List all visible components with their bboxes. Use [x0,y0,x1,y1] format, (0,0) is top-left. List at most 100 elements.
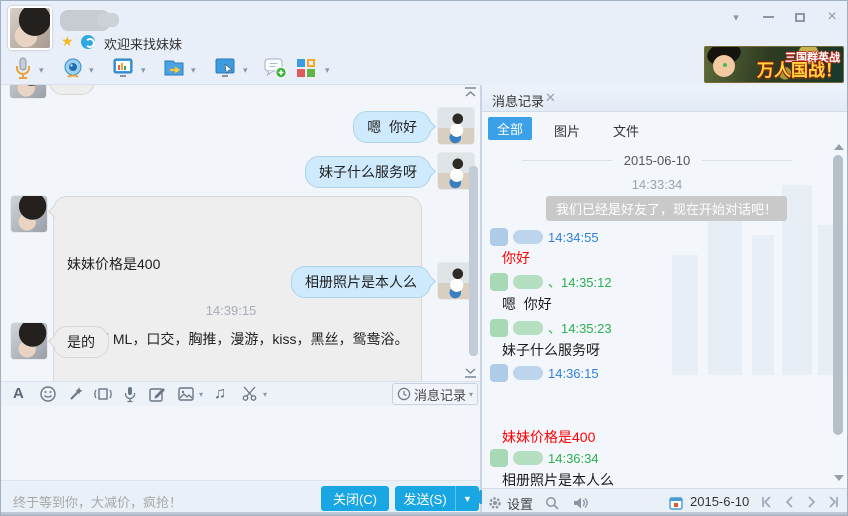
history-entry-time: 14:36:34 [548,451,599,466]
window-shake-icon[interactable] [93,385,111,403]
close-button[interactable]: 关闭(C) [321,486,389,511]
screenshot-dropdown[interactable]: ▾ [263,390,267,399]
censored-avatar [490,319,508,337]
message-history-button[interactable]: 消息记录 ▾ [392,383,478,405]
filter-tab-images[interactable]: 图片 [554,121,580,140]
composer-toolbar: A ▾ ♫ ▾ 消息记录 ▾ [1,381,480,406]
qzone-icon[interactable] [81,35,95,49]
history-timestamp: 14:33:34 [482,177,832,192]
history-entry-header: 、14:35:12 [490,272,612,291]
voice-call-icon[interactable] [11,56,35,80]
history-entry-time: 14:34:55 [548,230,599,245]
chat-scrollbar-thumb[interactable] [469,166,478,356]
contact-avatar-small[interactable] [11,323,47,359]
voice-message-icon[interactable] [121,385,139,403]
window-bottom-edge [1,512,848,516]
my-avatar[interactable] [438,108,474,144]
history-entry-time: 14:36:15 [548,366,599,381]
magic-wand-icon[interactable] [67,385,85,403]
window-controls: ▾ × [727,9,841,25]
maximize-button[interactable] [791,9,809,25]
history-entry-header: 14:36:15 [490,364,599,382]
image-dropdown[interactable]: ▾ [199,390,203,399]
contact-avatar-small[interactable] [11,196,47,232]
date-separator-label: 2015-06-10 [624,153,691,168]
history-scrollbar-thumb[interactable] [833,155,843,435]
chat-footer: 终于等到你，大减价，疯抢！ 关闭(C) 发送(S) ▼ [1,480,480,516]
voice-call-dropdown[interactable]: ▾ [39,65,44,76]
censored-name [513,230,543,244]
music-icon[interactable]: ♫ [214,385,232,403]
scroll-down-arrow[interactable] [834,475,844,481]
history-entry-header: 14:36:34 [490,449,599,467]
history-entry-time: 、14:35:12 [548,272,612,291]
qq-apps-dropdown[interactable]: ▾ [325,65,330,76]
date-separator: 2015-06-10 [522,153,792,168]
censored-name [513,366,543,380]
image-icon[interactable] [177,385,195,403]
history-message: 嗯 你好 [502,294,834,315]
window-menu-button[interactable]: ▾ [727,9,745,25]
send-options-caret[interactable]: ▼ [455,486,479,511]
chat-message-partial [49,85,95,95]
received-message: 是的 [53,326,109,358]
send-button[interactable]: 发送(S) [395,486,455,511]
compose-icon[interactable] [148,385,166,403]
screen-demo-icon[interactable] [111,56,135,80]
chat-toolbar: ▾ ▾ ▾ ▾ ▾ ▾ [1,53,480,85]
chat-message-area: 嗯 你好 妹子什么服务呀 妹妹价格是400 服务有 ML，口交，胸推，漫游，ki… [1,85,480,381]
censored-avatar [490,273,508,291]
settings-label[interactable]: 设置 [507,494,533,513]
promo-text: 终于等到你，大减价，疯抢！ [13,492,182,511]
history-entry-header: 、14:35:23 [490,318,612,337]
screen-demo-dropdown[interactable]: ▾ [141,65,146,76]
contact-avatar[interactable] [8,6,52,50]
expand-down-icon[interactable] [464,367,477,379]
video-call-icon[interactable] [61,56,85,80]
create-session-icon[interactable] [263,56,287,80]
scroll-up-arrow[interactable] [834,144,844,150]
message-history-label: 消息记录 [414,385,466,404]
collapse-up-icon[interactable] [464,87,477,99]
received-message-line2: 服务有 ML，口交，胸推，漫游，kiss，黑丝，鸳鸯浴。 [67,327,408,352]
sent-message: 相册照片是本人么 [291,266,431,298]
filter-tab-all[interactable]: 全部 [488,117,532,140]
emoticon-icon[interactable] [39,385,57,403]
close-window-button[interactable]: × [823,9,841,25]
history-tab-close-icon[interactable]: ✕ [545,90,556,106]
sent-message: 嗯 你好 [353,111,431,143]
contact-signature: 欢迎来找妹妹 [104,34,182,53]
game-ad-banner[interactable]: 三国群英战 万人国战！ [704,46,844,83]
remote-desktop-dropdown[interactable]: ▾ [243,65,248,76]
history-entry-header: 14:34:55 [490,228,599,246]
remote-desktop-icon[interactable] [213,56,237,80]
message-history-panel: 消息记录 ✕ 全部 图片 文件 2015-06-10 14:33:34 我们已经… [482,85,848,516]
chat-time-divider: 14:39:15 [1,303,461,318]
file-transfer-dropdown[interactable]: ▾ [191,65,196,76]
censored-avatar [490,228,508,246]
video-call-dropdown[interactable]: ▾ [89,65,94,76]
qq-chat-window: ★ 欢迎来找妹妹 ▾ × ▾ ▾ ▾ ▾ ▾ [0,0,848,516]
file-transfer-icon[interactable] [162,56,186,80]
font-style-icon[interactable]: A [13,385,31,403]
history-tab-bar: 消息记录 ✕ [482,85,848,112]
censored-name [513,321,543,335]
history-dropdown-caret: ▾ [469,390,473,399]
censored-name [513,275,543,289]
qq-apps-icon[interactable] [294,56,318,80]
censored-contact-name-2 [97,13,119,27]
contact-avatar-small[interactable] [10,85,46,98]
ad-character-eye [723,63,727,67]
screenshot-scissors-icon[interactable] [241,385,259,403]
message-input-area[interactable] [1,406,480,480]
history-message: 你好 [502,248,834,269]
history-tab[interactable]: 消息记录 [492,91,544,110]
sent-message: 妹子什么服务呀 [305,156,431,188]
filter-tab-files[interactable]: 文件 [613,121,639,140]
minimize-button[interactable] [759,9,777,25]
ad-headline: 万人国战！ [757,56,842,81]
history-date[interactable]: 2015-6-10 [690,494,749,509]
censored-avatar [490,449,508,467]
history-message: 妹子什么服务呀 [502,340,834,361]
history-entry-time: 、14:35:23 [548,318,612,337]
